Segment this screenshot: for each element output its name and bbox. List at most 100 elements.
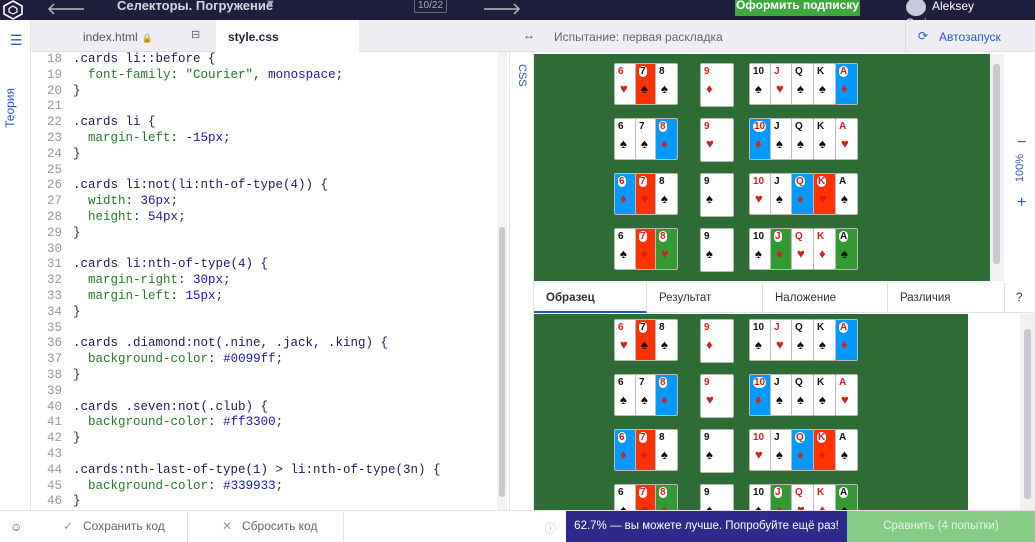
card-rank: 6 xyxy=(618,176,626,187)
line-number: 39 xyxy=(46,383,62,398)
scrollbar-thumb[interactable] xyxy=(499,227,505,497)
code-line[interactable] xyxy=(73,242,503,258)
code-line[interactable] xyxy=(73,384,503,400)
code-line[interactable] xyxy=(73,321,503,337)
zoom-out-button[interactable]: − xyxy=(1017,134,1026,152)
code-line[interactable] xyxy=(73,163,503,179)
card-suit-icon: ♦ xyxy=(755,392,762,407)
card-rank: 6 xyxy=(618,487,624,498)
code-line[interactable]: .cards .seven:not(.club) { xyxy=(73,400,503,416)
card-rank: K xyxy=(817,231,825,242)
line-number: 32 xyxy=(46,273,62,288)
card-rank: Q xyxy=(795,66,803,77)
editor-scrollbar[interactable] xyxy=(497,52,507,510)
code-line[interactable]: height: 54px; xyxy=(73,210,503,226)
card-rank: 6 xyxy=(618,322,624,333)
code-line[interactable] xyxy=(73,99,503,115)
autorun-toggle[interactable]: Автозапуск xyxy=(939,30,1001,44)
code-line[interactable] xyxy=(73,447,503,463)
playing-card: Q ♦ xyxy=(791,429,814,471)
code-line[interactable]: font-family: "Courier", monospace; xyxy=(73,68,503,84)
menu-icon[interactable]: ☰ xyxy=(10,32,23,49)
swap-panels-icon[interactable]: ↔ xyxy=(523,28,535,42)
logo-icon[interactable] xyxy=(2,0,24,20)
subscribe-button[interactable]: Оформить подписку xyxy=(735,0,860,16)
playing-card: Q ♠ xyxy=(791,374,814,416)
code-line[interactable]: } xyxy=(73,147,503,163)
code-line[interactable]: width: 36px; xyxy=(73,194,503,210)
code-line[interactable]: } xyxy=(73,431,503,447)
code-line[interactable]: background-color: #0099ff; xyxy=(73,352,503,368)
save-code-button[interactable]: ✓ Сохранить код xyxy=(31,511,188,542)
scrollbar-thumb[interactable] xyxy=(1024,329,1031,499)
playing-card: 10 ♥ xyxy=(749,173,772,215)
line-number: 46 xyxy=(46,494,62,509)
code-line[interactable]: .cards .diamond:not(.nine, .jack, .king)… xyxy=(73,336,503,352)
playing-card: K ♠ xyxy=(813,63,836,105)
line-number: 25 xyxy=(46,162,62,177)
code-line[interactable]: } xyxy=(73,305,503,321)
line-number: 36 xyxy=(46,336,62,351)
line-number: 43 xyxy=(46,446,62,461)
code-line[interactable]: margin-right: 30px; xyxy=(73,273,503,289)
card-rank: A xyxy=(839,322,849,333)
playing-card: 9 ♠ xyxy=(700,228,734,272)
code-line[interactable]: background-color: #339933; xyxy=(73,479,503,495)
zoom-in-button[interactable]: + xyxy=(1017,194,1026,212)
tab-overlay[interactable]: Наложение xyxy=(763,283,888,313)
card-rank: A xyxy=(839,121,847,132)
code-line[interactable]: .cards li::before { xyxy=(73,52,503,68)
arrow-right-icon[interactable] xyxy=(482,2,522,16)
card-suit-icon: ♦ xyxy=(641,246,648,261)
card-suit-icon: ♠ xyxy=(706,502,713,510)
playing-card: K ♦ xyxy=(813,484,836,510)
playing-card: K ♦ xyxy=(813,228,836,270)
theory-tab[interactable]: Теория xyxy=(3,88,17,128)
tab-index-html[interactable]: index.html 🔒 xyxy=(83,20,153,52)
card-suit-icon: ♠ xyxy=(706,191,713,206)
code-line[interactable]: .cards li:not(li:nth-of-type(4)) { xyxy=(73,178,503,194)
code-line[interactable]: } xyxy=(73,368,503,384)
line-number: 29 xyxy=(46,225,62,240)
sample-scrollbar[interactable] xyxy=(1020,314,1035,510)
code-editor[interactable]: 18 19 20 21 22 23 24 25 26 27 28 29 30 31 32 33 34 35 36 37… xyxy=(31,52,509,524)
card-suit-icon: ♠ xyxy=(641,136,648,151)
reset-code-button[interactable]: ✕ Сбросить код xyxy=(188,511,344,542)
code-line[interactable]: background-color: #ff3300; xyxy=(73,415,503,431)
arrow-left-icon[interactable] xyxy=(46,2,86,16)
code-line[interactable]: } xyxy=(73,226,503,242)
card-suit-icon: ♠ xyxy=(797,337,804,352)
feedback-icon[interactable]: ☺ xyxy=(10,520,22,534)
playing-card: 9 ♠ xyxy=(700,429,734,473)
autorun-icon[interactable]: ⟳ xyxy=(918,29,928,43)
sample-board: 6 ♥ 7 ♠ 8 ♠ 9 ♦ 10 ♠ J ♥ Q ♠ K ♠ A ♦ 6 ♠ 7 ♠ 8 ♦ 9 ♥ 10 ♦ J ♠ Q ♠ K ♠ A ♥ 6 ♦… xyxy=(534,314,968,510)
playing-card: 9 ♠ xyxy=(700,173,734,217)
chevron-down-icon[interactable]: ▼ xyxy=(265,0,276,10)
code-line[interactable]: .cards:nth-last-of-type(1) > li:nth-of-t… xyxy=(73,463,503,479)
card-rank: 10 xyxy=(753,322,765,333)
tab-style-css[interactable]: style.css xyxy=(216,20,359,52)
card-rank: 9 xyxy=(704,322,710,333)
tab-sample[interactable]: Образец xyxy=(534,283,647,313)
code-line[interactable]: } xyxy=(73,84,503,100)
playing-card: 9 ♥ xyxy=(700,374,734,418)
lesson-title[interactable]: Селекторы. Погружение xyxy=(117,0,273,13)
compare-button[interactable]: Сравнить (4 попытки) xyxy=(847,511,1035,542)
playing-card: 9 ♥ xyxy=(700,118,734,162)
preview-scrollbar[interactable] xyxy=(990,54,1004,281)
code-line[interactable]: } xyxy=(73,494,503,510)
tab-result[interactable]: Результат xyxy=(647,283,763,313)
collapse-icon[interactable]: ⊟ xyxy=(191,28,200,41)
help-icon[interactable]: ? xyxy=(1005,283,1035,313)
card-suit-icon: ♦ xyxy=(776,246,783,261)
line-number: 21 xyxy=(46,99,62,114)
code-line[interactable]: .cards li:nth-of-type(4) { xyxy=(73,257,503,273)
line-number: 38 xyxy=(46,367,62,382)
code-content[interactable]: .cards li::before { font-family: "Courie… xyxy=(73,52,503,526)
code-line[interactable]: margin-left: 15px; xyxy=(73,289,503,305)
code-line[interactable]: margin-left: -15px; xyxy=(73,131,503,147)
scrollbar-thumb[interactable] xyxy=(993,64,1000,264)
code-line[interactable]: .cards li { xyxy=(73,115,503,131)
tab-diff[interactable]: Различия xyxy=(888,283,1005,313)
playing-card: Q ♠ xyxy=(791,63,814,105)
